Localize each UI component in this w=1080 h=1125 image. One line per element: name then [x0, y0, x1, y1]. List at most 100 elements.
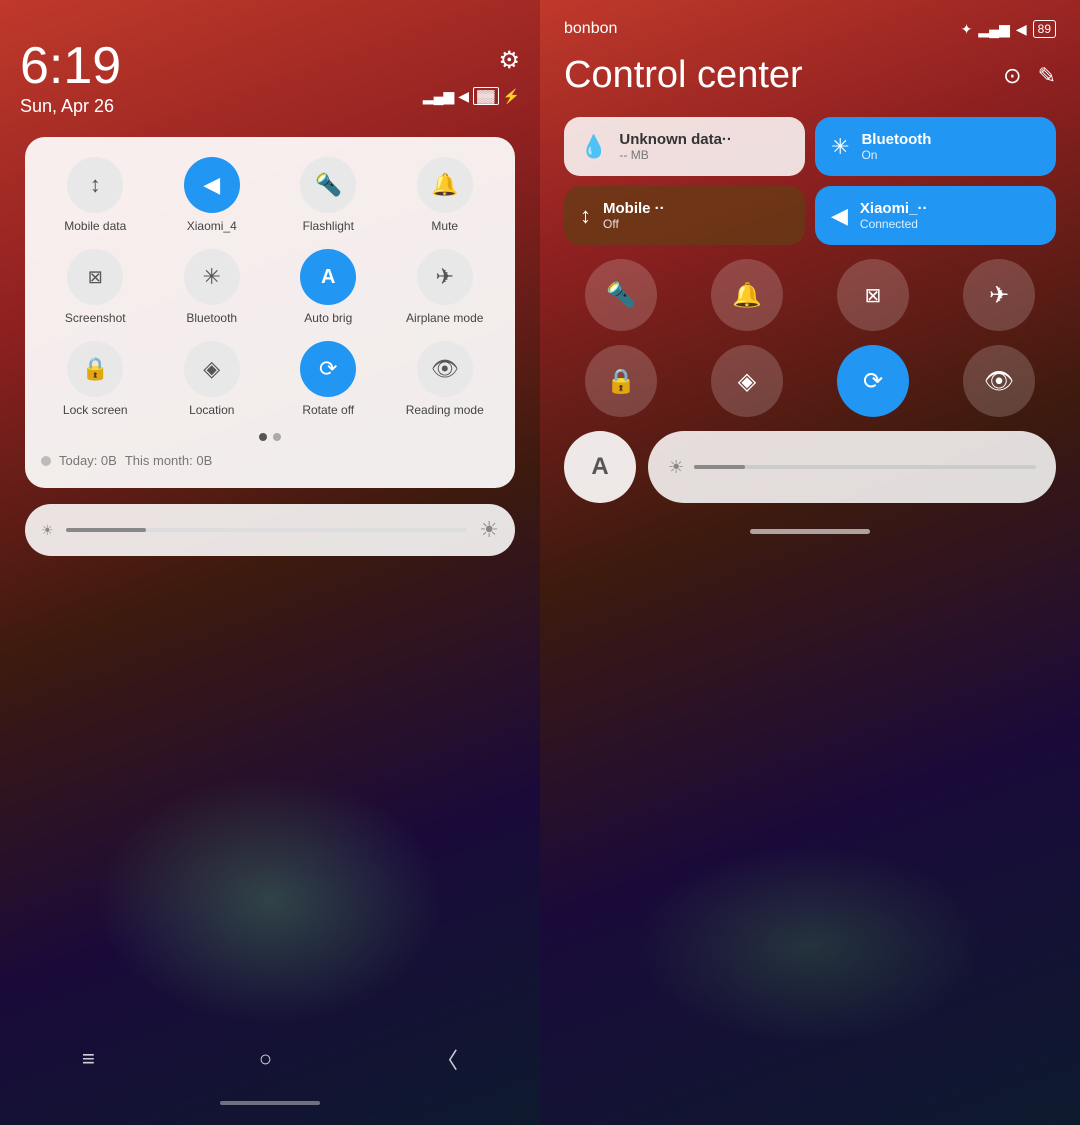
settings-icon[interactable]: ⊙ [1003, 63, 1021, 89]
net-card-bluetooth[interactable]: ✳ Bluetooth On [815, 117, 1056, 176]
qs-item-mobile-data[interactable]: ↕ Mobile data [41, 157, 150, 233]
data-card-sub: -- MB [619, 148, 732, 162]
qs-item-lockscreen[interactable]: 🔒 Lock screen [41, 341, 150, 417]
airplane-icon-btn[interactable]: ✈ [417, 249, 473, 305]
screenshot-btn-right[interactable]: ⊠ [837, 259, 909, 331]
wifi-icon-btn[interactable]: ◀ [184, 157, 240, 213]
brightness-bar-right[interactable]: ☀ [648, 431, 1056, 503]
screenshot-icon-btn[interactable]: ⊠ [67, 249, 123, 305]
brightness-track[interactable] [66, 528, 468, 532]
airplane-btn-right[interactable]: ✈ [963, 259, 1035, 331]
reading-label: Reading mode [406, 403, 484, 417]
bg-blob-left [95, 775, 445, 1025]
bluetooth-card-title: Bluetooth [861, 131, 931, 148]
autobright-icon-btn[interactable]: A [300, 249, 356, 305]
icon-row-1: 🔦 🔔 ⊠ ✈ [564, 259, 1056, 331]
wifi-card-sub: Connected [860, 217, 928, 231]
nav-back-icon[interactable]: 〈 [436, 1043, 458, 1075]
network-cards: 💧 Unknown data·· -- MB ✳ Bluetooth On ↕ … [564, 117, 1056, 245]
carrier-name: bonbon [564, 20, 617, 38]
qs-grid: ↕ Mobile data ◀ Xiaomi_4 🔦 Flashlight 🔔 … [41, 157, 499, 417]
home-indicator-right [750, 529, 870, 534]
data-dot-icon [41, 456, 51, 466]
net-card-mobile[interactable]: ↕ Mobile ·· Off [564, 186, 805, 245]
qs-item-location[interactable]: ◈ Location [158, 341, 267, 417]
location-label: Location [189, 403, 234, 417]
net-card-wifi[interactable]: ◀ Xiaomi_·· Connected [815, 186, 1056, 245]
data-card-title: Unknown data·· [619, 131, 732, 148]
signal-bars-icon: ▂▄▆ [423, 88, 454, 105]
location-icon-btn[interactable]: ◈ [184, 341, 240, 397]
right-title-row: Control center ⊙ ✎ [564, 54, 1056, 97]
flashlight-icon-btn[interactable]: 🔦 [300, 157, 356, 213]
wifi-label: Xiaomi_4 [187, 219, 237, 233]
auto-bright-btn-right[interactable]: A [564, 431, 636, 503]
bluetooth-status-icon: ✦ [961, 21, 973, 38]
location-btn-right[interactable]: ◈ [711, 345, 783, 417]
mobile-data-icon[interactable]: ↕ [67, 157, 123, 213]
screenshot-label: Screenshot [65, 311, 126, 325]
battery-icon: ▓▓ [473, 87, 499, 105]
signal-bar: ▂▄▆ ◀ ▓▓ ⚡ [423, 87, 520, 105]
qs-item-reading[interactable]: 👁 Reading mode [391, 341, 500, 417]
airplane-label: Airplane mode [406, 311, 483, 325]
clock-date: Sun, Apr 26 [20, 96, 121, 117]
brightness-track-right[interactable] [694, 465, 1036, 469]
qs-item-bluetooth[interactable]: ✳ Bluetooth [158, 249, 267, 325]
rotate-btn-right[interactable]: ⟳ [837, 345, 909, 417]
charging-icon: ⚡ [503, 88, 520, 105]
mute-icon-btn[interactable]: 🔔 [417, 157, 473, 213]
reading-btn-right[interactable]: 👁 [963, 345, 1035, 417]
rotate-icon-btn[interactable]: ⟳ [300, 341, 356, 397]
edit-icon[interactable]: ✎ [1038, 63, 1056, 89]
clock-time: 6:19 [20, 40, 121, 92]
rotate-label: Rotate off [302, 403, 354, 417]
bottom-handle-left [220, 1101, 320, 1105]
gear-icon[interactable]: ⚙ [498, 46, 520, 75]
qs-item-rotate[interactable]: ⟳ Rotate off [274, 341, 383, 417]
bottom-nav: ≡ ○ 〈 [0, 1043, 540, 1075]
qs-item-mute[interactable]: 🔔 Mute [391, 157, 500, 233]
qs-item-wifi[interactable]: ◀ Xiaomi_4 [158, 157, 267, 233]
flashlight-label: Flashlight [303, 219, 354, 233]
control-center-title: Control center [564, 54, 803, 97]
left-time-date: 6:19 Sun, Apr 26 [20, 40, 121, 117]
brightness-fill [66, 528, 146, 532]
qs-item-airplane[interactable]: ✈ Airplane mode [391, 249, 500, 325]
today-data-label: Today: 0B [59, 453, 117, 468]
autobright-label: Auto brig [304, 311, 352, 325]
bluetooth-label: Bluetooth [186, 311, 237, 325]
mobile-card-icon: ↕ [580, 203, 591, 229]
right-panel: bonbon ✦ ▂▄▆ ◀ 89 Control center ⊙ ✎ 💧 U… [540, 0, 1080, 1125]
mobile-card-sub: Off [603, 217, 665, 231]
reading-icon-btn[interactable]: 👁 [417, 341, 473, 397]
lockscreen-btn-right[interactable]: 🔒 [585, 345, 657, 417]
bg-blob-right [635, 845, 985, 1045]
bottom-row-right: A ☀ [564, 431, 1056, 503]
mute-btn-right[interactable]: 🔔 [711, 259, 783, 331]
net-card-data[interactable]: 💧 Unknown data·· -- MB [564, 117, 805, 176]
qs-item-flashlight[interactable]: 🔦 Flashlight [274, 157, 383, 233]
right-title-action-icons: ⊙ ✎ [1003, 63, 1056, 89]
wifi-card-text: Xiaomi_·· Connected [860, 200, 928, 231]
wifi-card-icon: ◀ [831, 203, 848, 229]
dot-1 [259, 433, 267, 441]
bluetooth-icon-btn[interactable]: ✳ [184, 249, 240, 305]
lockscreen-icon-btn[interactable]: 🔒 [67, 341, 123, 397]
brightness-fill-right [694, 465, 745, 469]
bluetooth-card-sub: On [861, 148, 931, 162]
mobile-card-title: Mobile ·· [603, 200, 665, 217]
flashlight-btn-right[interactable]: 🔦 [585, 259, 657, 331]
lockscreen-label: Lock screen [63, 403, 128, 417]
mobile-card-text: Mobile ·· Off [603, 200, 665, 231]
brightness-bar-left[interactable]: ☀ ☀ [25, 504, 515, 556]
quick-settings-card: ↕ Mobile data ◀ Xiaomi_4 🔦 Flashlight 🔔 … [25, 137, 515, 488]
qs-page-dots [41, 433, 499, 441]
qs-item-autobright[interactable]: A Auto brig [274, 249, 383, 325]
nav-home-icon[interactable]: ○ [259, 1046, 272, 1072]
right-status-icons: ✦ ▂▄▆ ◀ 89 [961, 20, 1056, 38]
qs-item-screenshot[interactable]: ⊠ Screenshot [41, 249, 150, 325]
wifi-icon: ◀ [458, 88, 469, 105]
data-card-icon: 💧 [580, 134, 607, 160]
nav-menu-icon[interactable]: ≡ [82, 1046, 95, 1072]
